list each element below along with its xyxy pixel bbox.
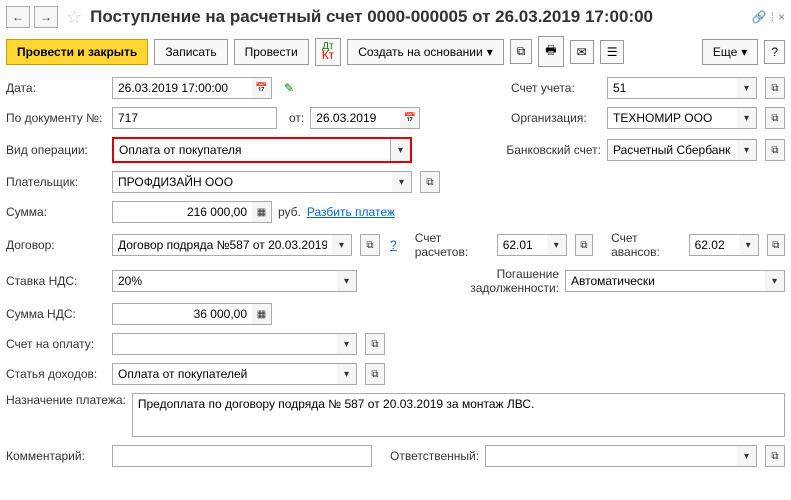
copy-button[interactable]: ⧉ bbox=[510, 39, 533, 64]
split-payment-link[interactable]: Разбить платеж bbox=[307, 205, 395, 219]
account-field[interactable] bbox=[607, 77, 737, 99]
post-button[interactable]: Провести bbox=[234, 39, 309, 65]
vatrate-field[interactable] bbox=[112, 270, 337, 292]
page-title: Поступление на расчетный счет 0000-00000… bbox=[90, 7, 748, 27]
back-button[interactable]: ← bbox=[6, 6, 30, 28]
account-label: Счет учета: bbox=[511, 81, 601, 95]
calendar-icon[interactable]: 📅 bbox=[400, 107, 420, 129]
date-label: Дата: bbox=[6, 81, 106, 95]
sum-label: Сумма: bbox=[6, 205, 106, 219]
comment-field[interactable] bbox=[112, 445, 372, 467]
comment-label: Комментарий: bbox=[6, 449, 106, 463]
sum-field[interactable] bbox=[112, 201, 252, 223]
calc-icon[interactable]: ▦ bbox=[252, 201, 272, 223]
save-button[interactable]: Записать bbox=[154, 39, 227, 65]
vatsum-field[interactable] bbox=[112, 303, 252, 325]
chevron-down-icon: ▾ bbox=[741, 45, 747, 59]
payer-label: Плательщик: bbox=[6, 175, 106, 189]
advacc-field[interactable] bbox=[689, 234, 739, 256]
debtrepay-field[interactable] bbox=[565, 270, 765, 292]
org-field[interactable] bbox=[607, 107, 737, 129]
org-label: Организация: bbox=[511, 111, 601, 125]
dropdown-icon[interactable]: ▾ bbox=[765, 270, 785, 292]
dropdown-icon[interactable]: ▾ bbox=[337, 363, 357, 385]
open-button[interactable]: ⧉ bbox=[360, 234, 380, 256]
vatrate-label: Ставка НДС: bbox=[6, 274, 106, 288]
open-button[interactable]: ⧉ bbox=[767, 234, 785, 256]
purpose-label: Назначение платежа: bbox=[6, 393, 126, 407]
from-label: от: bbox=[289, 111, 304, 125]
income-field[interactable] bbox=[112, 363, 337, 385]
contract-field[interactable] bbox=[112, 234, 332, 256]
open-button[interactable]: ⧉ bbox=[420, 171, 440, 193]
dropdown-icon[interactable]: ▾ bbox=[392, 171, 412, 193]
calcacc-label: Счет расчетов: bbox=[415, 231, 491, 259]
date-field[interactable] bbox=[112, 77, 252, 99]
dropdown-icon[interactable]: ▾ bbox=[390, 139, 410, 161]
forward-button[interactable]: → bbox=[34, 6, 58, 28]
dropdown-icon[interactable]: ▾ bbox=[547, 234, 567, 256]
purpose-field[interactable] bbox=[132, 393, 785, 437]
help-icon[interactable]: ? bbox=[390, 238, 397, 252]
more-label: Еще bbox=[713, 45, 737, 59]
dropdown-icon[interactable]: ▾ bbox=[737, 77, 757, 99]
responsible-label: Ответственный: bbox=[390, 449, 479, 463]
docnum-label: По документу №: bbox=[6, 111, 106, 125]
create-based-button[interactable]: Создать на основании ▾ bbox=[347, 39, 504, 65]
close-icon[interactable]: × bbox=[778, 10, 785, 24]
open-button[interactable]: ⧉ bbox=[765, 77, 785, 99]
attach-icon[interactable]: ⁞ bbox=[771, 10, 774, 24]
chevron-down-icon: ▾ bbox=[487, 45, 493, 59]
open-button[interactable]: ⧉ bbox=[765, 107, 785, 129]
bankacc-field[interactable] bbox=[607, 139, 737, 161]
dropdown-icon[interactable]: ▾ bbox=[332, 234, 352, 256]
open-button[interactable]: ⧉ bbox=[365, 333, 385, 355]
invoice-label: Счет на оплату: bbox=[6, 337, 106, 351]
calendar-icon[interactable]: 📅 bbox=[252, 77, 272, 99]
favorite-icon[interactable]: ☆ bbox=[66, 7, 82, 28]
vatsum-label: Сумма НДС: bbox=[6, 307, 106, 321]
advacc-label: Счет авансов: bbox=[611, 231, 683, 259]
responsible-field[interactable] bbox=[485, 445, 737, 467]
more-button[interactable]: Еще ▾ bbox=[702, 39, 758, 65]
open-button[interactable]: ⧉ bbox=[765, 139, 785, 161]
dropdown-icon[interactable]: ▾ bbox=[737, 107, 757, 129]
docdate-field[interactable] bbox=[310, 107, 400, 129]
open-button[interactable]: ⧉ bbox=[575, 234, 593, 256]
calc-icon[interactable]: ▦ bbox=[252, 303, 272, 325]
dropdown-icon[interactable]: ▾ bbox=[737, 445, 757, 467]
print-button[interactable]: 🖶 bbox=[538, 36, 563, 67]
open-button[interactable]: ⧉ bbox=[765, 445, 785, 467]
status-icon: ✎ bbox=[284, 81, 294, 95]
dropdown-icon[interactable]: ▾ bbox=[739, 234, 759, 256]
income-label: Статья доходов: bbox=[6, 367, 106, 381]
dt-kt-button[interactable]: ДтКт bbox=[315, 38, 342, 66]
currency-label: руб. bbox=[278, 205, 301, 219]
contract-label: Договор: bbox=[6, 238, 106, 252]
invoice-field[interactable] bbox=[112, 333, 337, 355]
optype-label: Вид операции: bbox=[6, 143, 106, 157]
dropdown-icon[interactable]: ▾ bbox=[737, 139, 757, 161]
optype-field[interactable] bbox=[114, 139, 390, 161]
dropdown-icon[interactable]: ▾ bbox=[337, 333, 357, 355]
dropdown-icon[interactable]: ▾ bbox=[337, 270, 357, 292]
help-button[interactable]: ? bbox=[764, 40, 785, 64]
bankacc-label: Банковский счет: bbox=[506, 143, 601, 157]
docnum-field[interactable] bbox=[112, 107, 277, 129]
mail-button[interactable]: ✉ bbox=[570, 40, 594, 64]
calcacc-field[interactable] bbox=[497, 234, 547, 256]
payer-field[interactable] bbox=[112, 171, 392, 193]
post-and-close-button[interactable]: Провести и закрыть bbox=[6, 39, 148, 65]
open-button[interactable]: ⧉ bbox=[365, 363, 385, 385]
link-icon[interactable]: 🔗 bbox=[752, 10, 767, 24]
debtrepay-label: Погашение задолженности: bbox=[459, 267, 559, 295]
create-based-label: Создать на основании bbox=[358, 45, 483, 59]
list-button[interactable]: ☰ bbox=[600, 40, 625, 64]
